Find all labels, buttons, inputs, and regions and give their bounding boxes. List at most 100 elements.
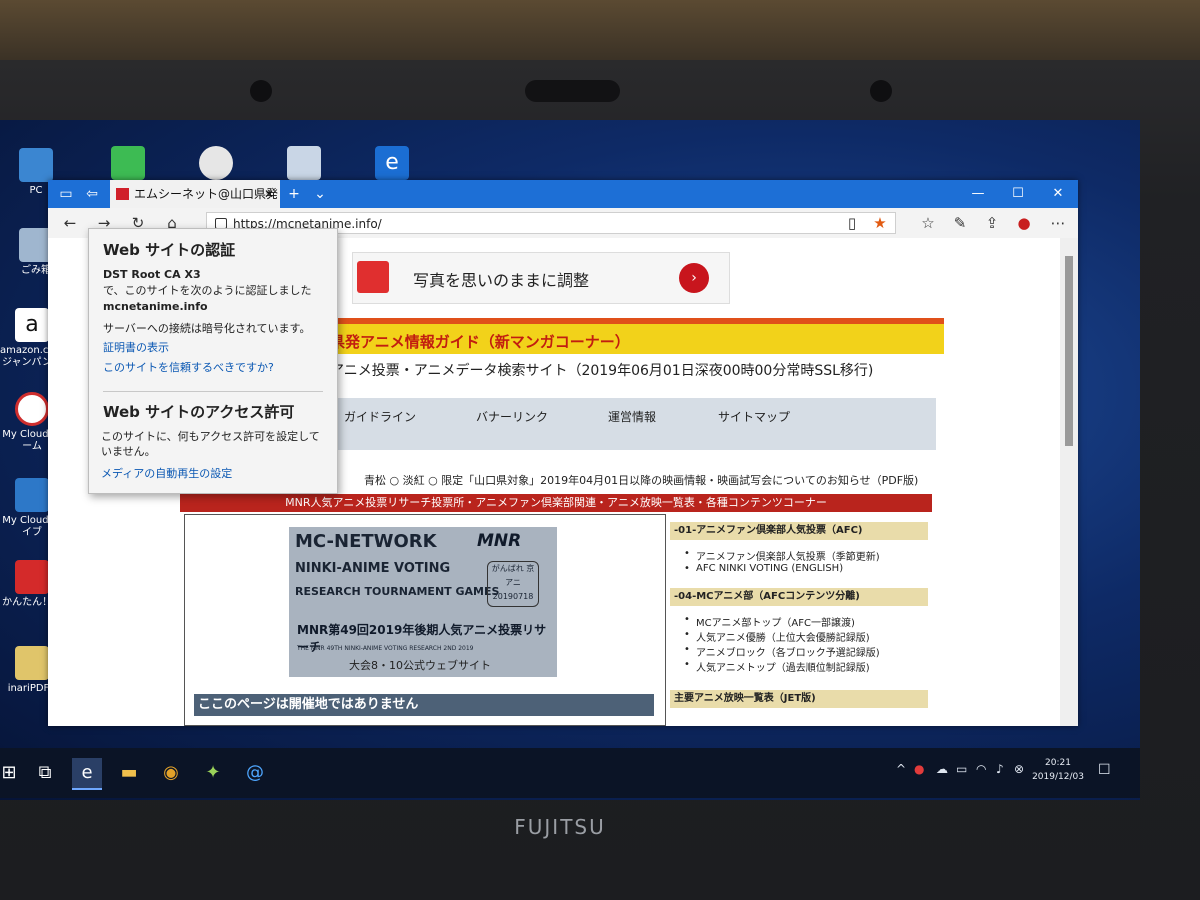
scrollbar-thumb[interactable] — [1065, 256, 1073, 446]
mnr-line2: NINKI-ANIME VOTING — [295, 561, 451, 576]
tray-cloud-icon[interactable]: ☁ — [936, 762, 948, 776]
desktop-icon-settings[interactable] — [192, 146, 240, 183]
app-swirl-icon[interactable]: ✦ — [198, 758, 228, 788]
more-menu-icon[interactable]: ⋯ — [1044, 208, 1072, 238]
tab-bar: ▭ ⇦ エムシーネット@山口県発 ✕ + ⌄ — ☐ ✕ — [48, 180, 1078, 208]
list-item[interactable]: アニメファン倶楽部人気投票（季節更新) — [684, 548, 880, 563]
share-icon[interactable]: ⇪ — [978, 208, 1006, 238]
desktop-icon-label: PC — [29, 185, 43, 196]
nav-link-banner[interactable]: バナーリンク — [476, 408, 548, 425]
not-venue-bar: ここのページは開催地ではありません — [194, 694, 654, 716]
tray-chevron-icon[interactable]: ^ — [896, 762, 906, 776]
permissions-text: このサイトに、何もアクセス許可を設定していません。 — [101, 430, 320, 458]
amazon-icon: a — [15, 308, 49, 342]
desktop-icon-app[interactable] — [280, 146, 328, 183]
ca-name: DST Root CA X3 — [103, 268, 201, 281]
notice-text[interactable]: 青松 ○ 淡紅 ○ 限定「山口県対象」2019年04月01日以降の映画情報・映画… — [364, 472, 918, 488]
show-certificate-link[interactable]: 証明書の表示 — [103, 339, 169, 355]
mnr-line5: THE MNR 49TH NINKI-ANIME VOTING RESEARCH… — [297, 645, 474, 652]
desktop-icon-edge[interactable]: e — [368, 146, 416, 183]
taskbar-edge-icon[interactable]: e — [72, 758, 102, 790]
edge-icon: e — [375, 146, 409, 180]
extension-icon[interactable]: ● — [1010, 208, 1038, 238]
list-item[interactable]: AFC NINKI VOTING (ENGLISH) — [684, 563, 843, 574]
my-cloud-live-icon — [15, 478, 49, 512]
media-autoplay-link[interactable]: メディアの自動再生の設定 — [101, 465, 232, 481]
ad-text: 写真を思いのままに調整 — [413, 271, 590, 290]
mail-at-icon[interactable]: @ — [240, 758, 270, 788]
list-item[interactable]: アニメブロック（各ブロック予選記録版) — [684, 644, 880, 659]
mnr-line3: RESEARCH TOURNAMENT GAMES — [295, 585, 500, 598]
favorite-star-icon[interactable]: ★ — [866, 208, 894, 238]
section-mc-anime: -04-MCアニメ部（AFCコンテンツ分離) — [670, 588, 928, 606]
chrome-icon[interactable]: ◉ — [156, 758, 186, 788]
mnr-banner-image[interactable]: MC-NETWORK NINKI-ANIME VOTING RESEARCH T… — [289, 527, 557, 677]
mnr-badge: MNR — [477, 531, 522, 551]
trust-site-link[interactable]: このサイトを信頼するべきですか? — [103, 359, 274, 375]
task-view-icon[interactable]: ⧉ — [30, 758, 60, 788]
kantan-ai-icon — [15, 560, 49, 594]
taskbar-clock[interactable]: 20:21 2019/12/03 — [1028, 756, 1088, 784]
back-icon[interactable]: ← — [56, 208, 84, 238]
list-item[interactable]: 人気アニメ優勝（上位大会優勝記録版) — [684, 629, 870, 644]
close-tab-icon[interactable]: ✕ — [264, 180, 274, 208]
popup-title: Web サイトの認証 — [103, 241, 236, 259]
tray-battery-icon[interactable]: ▭ — [956, 762, 967, 776]
tray-security-icon[interactable]: ● — [914, 762, 924, 776]
start-windows-icon[interactable]: ⊞ — [0, 758, 24, 788]
laptop-brand-logo: FUJITSU — [514, 815, 606, 839]
list-item[interactable]: MCアニメ部トップ（AFC一部譲渡) — [684, 614, 855, 629]
app-wheel-icon — [199, 146, 233, 180]
site-subtitle: アニメ投票・アニメデータ検索サイト（2019年06月01日深夜00時00分常時S… — [330, 363, 874, 379]
vertical-scrollbar[interactable] — [1060, 238, 1078, 726]
popup-domain: mcnetanime.info — [103, 300, 208, 313]
line-app-icon — [111, 146, 145, 180]
tab-list-chevron-icon[interactable]: ⌄ — [308, 180, 332, 208]
nav-link-about[interactable]: 運営情報 — [608, 408, 656, 425]
new-tab-icon[interactable]: + — [282, 180, 306, 208]
maximize-icon[interactable]: ☐ — [998, 180, 1038, 208]
list-item[interactable]: 人気アニメトップ（過去順位制記録版) — [684, 659, 870, 674]
site-info-popup: Web サイトの認証 DST Root CA X3 で、このサイトを次のように認… — [88, 228, 338, 494]
popup-divider — [103, 391, 323, 392]
mnr-line6: 大会8・10公式ウェブサイト — [349, 659, 491, 672]
pdf-folder-icon — [15, 646, 49, 680]
encrypted-text: サーバーへの接続は暗号化されています。 — [103, 322, 311, 335]
favorites-hub-icon[interactable]: ☆ — [914, 208, 942, 238]
background-shelf — [0, 0, 1200, 60]
ad-go-arrow-icon[interactable]: › — [679, 263, 709, 293]
nav-link-sitemap[interactable]: サイトマップ — [718, 408, 790, 425]
desktop-icon-line[interactable] — [104, 146, 152, 183]
ca-line: で、このサイトを次のように認証しました — [103, 284, 312, 297]
nav-link-guideline[interactable]: ガイドライン — [344, 408, 416, 425]
tab-title: エムシーネット@山口県発 — [134, 187, 279, 201]
clock-date: 2019/12/03 — [1032, 772, 1084, 782]
clock-time: 20:21 — [1045, 758, 1071, 768]
bezel-sensor — [870, 80, 892, 102]
advertisement[interactable]: 写真を思いのままに調整 › — [352, 252, 730, 304]
app-icon — [287, 146, 321, 180]
close-window-icon[interactable]: ✕ — [1038, 180, 1078, 208]
tab-mcnet[interactable]: エムシーネット@山口県発 ✕ — [110, 180, 280, 208]
minimize-icon[interactable]: — — [958, 180, 998, 208]
section-header-bar: MNR人気アニメ投票リサーチ投票所・アニメファン倶楽部関連・アニメ放映一覧表・各… — [180, 494, 932, 512]
web-note-icon[interactable]: ✎ — [946, 208, 974, 238]
mnr-stamp: がんばれ 京アニ 20190718 — [487, 561, 539, 607]
taskbar: ⊞ ⧉ e ▬ ◉ ✦ @ ^ ● ☁ ▭ ◠ ♪ ⊗ 20:21 2019/1… — [0, 748, 1140, 798]
bezel-sensor — [250, 80, 272, 102]
my-cloud-home-icon — [15, 392, 49, 426]
set-tabs-aside-icon[interactable]: ⇦ — [80, 180, 104, 208]
pc-icon — [19, 148, 53, 182]
site-favicon-icon — [116, 188, 129, 200]
action-center-icon[interactable]: ☐ — [1098, 762, 1111, 778]
tray-wifi-icon[interactable]: ◠ — [976, 762, 986, 776]
tab-preview-icon[interactable]: ▭ — [54, 180, 78, 208]
file-explorer-icon[interactable]: ▬ — [114, 758, 144, 788]
tray-volume-icon[interactable]: ♪ — [996, 762, 1004, 776]
section-broadcast-list: 主要アニメ放映一覧表（JET版) — [670, 690, 928, 708]
tray-ime-icon[interactable]: ⊗ — [1014, 762, 1024, 776]
permissions-title: Web サイトのアクセス許可 — [103, 403, 295, 421]
reading-view-icon[interactable]: ▯ — [838, 208, 866, 238]
desktop-icon-label: ごみ箱 — [21, 265, 51, 276]
section-afc: -01-アニメファン倶楽部人気投票（AFC) — [670, 522, 928, 540]
